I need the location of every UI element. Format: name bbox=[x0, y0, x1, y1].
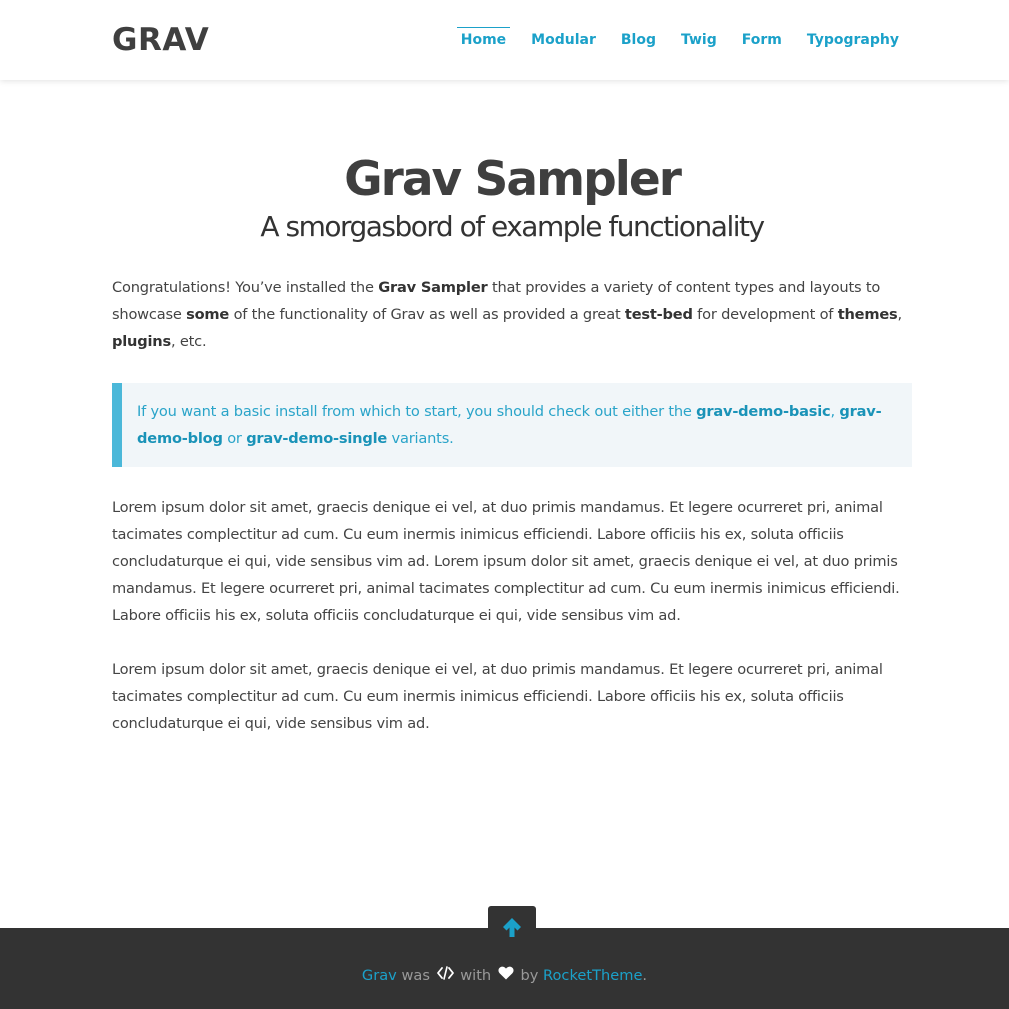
page-title: Grav Sampler bbox=[344, 152, 682, 207]
notice-text: or bbox=[222, 430, 247, 447]
intro-text: for development of bbox=[692, 306, 838, 323]
notice-text: variants. bbox=[387, 430, 454, 447]
footer-link-rockettheme[interactable]: RocketTheme bbox=[543, 967, 642, 984]
footer-link-grav[interactable]: Grav bbox=[362, 967, 397, 984]
lorem-paragraph-2: Lorem ipsum dolor sit amet, graecis deni… bbox=[112, 661, 883, 732]
nav-item-blog[interactable]: Blog bbox=[621, 27, 656, 53]
footer-text: was bbox=[396, 967, 435, 984]
site-logo[interactable]: GRAV bbox=[112, 20, 209, 60]
notice-box: If you want a basic install from which t… bbox=[112, 383, 912, 467]
page-subtitle: A smorgasbord of example functionality bbox=[260, 210, 765, 243]
intro-bold-some: some bbox=[186, 306, 230, 323]
back-to-top-button[interactable] bbox=[488, 906, 536, 948]
nav-item-modular[interactable]: Modular bbox=[531, 27, 596, 53]
intro-text: , bbox=[897, 306, 903, 323]
main-nav: Home Modular Blog Twig Form Typography bbox=[436, 27, 899, 53]
nav-item-form[interactable]: Form bbox=[742, 27, 782, 53]
footer-text: by bbox=[515, 967, 544, 984]
site-header: GRAV Home Modular Blog Twig Form Typogra… bbox=[0, 0, 1009, 80]
intro-bold-grav-sampler: Grav Sampler bbox=[378, 279, 488, 296]
intro-text: of the functionality of Grav as well as … bbox=[229, 306, 625, 323]
arrow-up-icon bbox=[503, 918, 521, 937]
intro-text: Congratulations! You’ve installed the bbox=[112, 279, 379, 296]
nav-item-twig[interactable]: Twig bbox=[681, 27, 717, 53]
heart-icon bbox=[498, 965, 514, 987]
notice-text: If you want a basic install from which t… bbox=[137, 403, 697, 420]
link-grav-demo-basic[interactable]: grav-demo-basic bbox=[696, 403, 831, 420]
intro-text: , etc. bbox=[170, 333, 207, 350]
intro-bold-plugins: plugins bbox=[112, 333, 171, 350]
intro-paragraph: Congratulations! You’ve installed the Gr… bbox=[112, 274, 912, 355]
code-icon bbox=[436, 965, 454, 987]
intro-bold-test-bed: test-bed bbox=[624, 306, 693, 323]
footer-text: with bbox=[455, 967, 496, 984]
footer-credits: Grav was with by RocketTheme. bbox=[0, 965, 1009, 987]
footer-text: . bbox=[642, 967, 648, 984]
nav-item-home[interactable]: Home bbox=[456, 27, 511, 53]
link-grav-demo-single[interactable]: grav-demo-single bbox=[246, 430, 387, 447]
nav-item-typography[interactable]: Typography bbox=[807, 27, 899, 53]
main-content: Grav Sampler A smorgasbord of example fu… bbox=[112, 150, 912, 737]
intro-bold-themes: themes bbox=[837, 306, 898, 323]
lorem-paragraph-1: Lorem ipsum dolor sit amet, graecis deni… bbox=[112, 499, 900, 624]
